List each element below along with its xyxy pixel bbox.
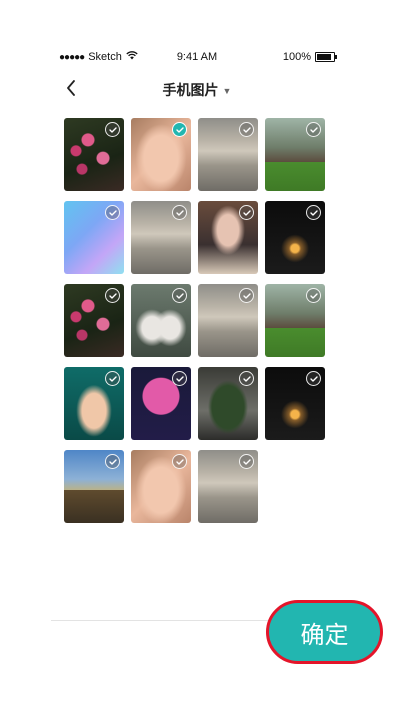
photo-poster[interactable] <box>131 367 191 440</box>
photo-roses[interactable] <box>64 118 124 191</box>
phone-screen: ●●●●● Sketch 9:41 AM 100% 手机图片 ▼ 确定 <box>51 46 383 664</box>
status-bar: ●●●●● Sketch 9:41 AM 100% <box>51 46 343 66</box>
checkmark-icon[interactable] <box>172 205 187 220</box>
checkmark-icon[interactable] <box>105 454 120 469</box>
nav-header: 手机图片 ▼ <box>51 74 343 102</box>
battery-percent: 100% <box>282 51 311 63</box>
photo-house[interactable] <box>265 284 325 357</box>
confirm-button[interactable]: 确定 <box>266 600 383 664</box>
photo-face[interactable] <box>131 450 191 523</box>
checkmark-icon[interactable] <box>239 371 254 386</box>
album-selector[interactable]: 手机图片 ▼ <box>51 80 343 100</box>
checkmark-icon[interactable] <box>239 205 254 220</box>
dropdown-caret-icon: ▼ <box>222 86 232 97</box>
checkmark-icon[interactable] <box>105 205 120 220</box>
photo-house[interactable] <box>265 118 325 191</box>
checkmark-icon[interactable] <box>306 122 321 137</box>
checkmark-icon[interactable] <box>239 288 254 303</box>
checkmark-icon[interactable] <box>172 454 187 469</box>
photo-clouds[interactable] <box>198 284 258 357</box>
photo-deer-girl[interactable] <box>64 367 124 440</box>
battery-icon <box>315 52 337 62</box>
checkmark-icon[interactable] <box>172 288 187 303</box>
checkmark-icon[interactable] <box>306 288 321 303</box>
checkmark-icon[interactable] <box>306 205 321 220</box>
checkmark-icon[interactable] <box>172 371 187 386</box>
checkmark-icon[interactable] <box>105 122 120 137</box>
photo-clouds[interactable] <box>198 118 258 191</box>
photo-clouds[interactable] <box>198 450 258 523</box>
checkmark-icon[interactable] <box>239 122 254 137</box>
page-title: 手机图片 <box>162 82 219 98</box>
checkmark-icon[interactable] <box>306 371 321 386</box>
checkmark-icon[interactable] <box>239 454 254 469</box>
photo-face[interactable] <box>131 118 191 191</box>
photo-abstract[interactable] <box>64 201 124 274</box>
photo-girl-poster[interactable] <box>198 201 258 274</box>
checkmark-selected-icon[interactable] <box>172 122 187 137</box>
photo-castle[interactable] <box>64 450 124 523</box>
photo-dark-light[interactable] <box>265 201 325 274</box>
photo-roses[interactable] <box>64 284 124 357</box>
photo-twins[interactable] <box>131 284 191 357</box>
photo-clouds[interactable] <box>131 201 191 274</box>
photo-island[interactable] <box>198 367 258 440</box>
checkmark-icon[interactable] <box>105 371 120 386</box>
photo-grid <box>64 118 325 523</box>
photo-dark-light[interactable] <box>265 367 325 440</box>
checkmark-icon[interactable] <box>105 288 120 303</box>
